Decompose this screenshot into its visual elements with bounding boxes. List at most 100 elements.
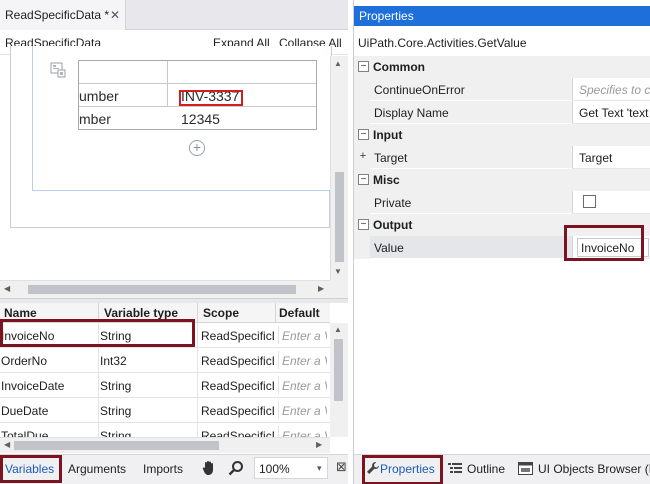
wrench-icon <box>367 462 379 474</box>
designer-bottom-bar: Variables Arguments Imports 100% ▾ ⊠ <box>0 454 348 484</box>
variable-name: DueDate <box>1 404 49 418</box>
cell-separator <box>197 323 198 348</box>
collapse-icon[interactable]: − <box>358 129 369 140</box>
property-gutter <box>354 78 370 101</box>
target-element-highlight <box>179 90 243 106</box>
variable-row[interactable]: InvoiceDate String ReadSpecificD Enter a… <box>0 373 330 398</box>
variable-row[interactable]: TotalDue String ReadSpecificD Enter a V <box>0 423 330 437</box>
property-display-name[interactable]: Display Name Get Text 'text <box>354 101 650 124</box>
pan-hand-icon[interactable] <box>201 459 217 477</box>
variable-name: InvoiceDate <box>1 379 65 393</box>
variables-horizontal-scrollbar[interactable]: ◀ ▶ <box>0 437 330 453</box>
variable-row[interactable]: DueDate String ReadSpecificD Enter a V <box>0 398 330 423</box>
variable-scope: ReadSpecificD <box>201 329 274 343</box>
variable-scope: ReadSpecificD <box>201 379 274 393</box>
screenshot-preview-table: umber INV-3337 mber 12345 <box>78 60 317 130</box>
workflow-designer-pane: ReadSpecificData * ✕ ReadSpecificData Ex… <box>0 0 348 484</box>
variable-scope: ReadSpecificD <box>201 404 274 418</box>
column-header-scope[interactable]: Scope <box>203 306 239 320</box>
property-name: Value <box>370 236 572 259</box>
imports-tab[interactable]: Imports <box>143 462 183 476</box>
category-label: Misc <box>373 173 400 187</box>
variable-row[interactable]: OrderNo Int32 ReadSpecificD Enter a V <box>0 348 330 373</box>
field-value: Get Text 'text <box>579 106 649 120</box>
variable-name: TotalDue <box>1 429 49 437</box>
properties-title-bar: Properties <box>354 6 650 26</box>
document-tab-readspecificdata[interactable]: ReadSpecificData * ✕ <box>0 0 126 30</box>
property-continueonerror[interactable]: ContinueOnError Specifies to co <box>354 78 650 101</box>
cell-separator <box>98 348 99 373</box>
variable-scope: ReadSpecificD <box>201 429 274 437</box>
outline-tab[interactable]: Outline <box>467 462 505 476</box>
category-label: Input <box>373 128 403 142</box>
scroll-right-icon[interactable]: ▶ <box>318 284 324 293</box>
property-name: ContinueOnError <box>370 78 572 101</box>
header-separator <box>197 303 198 323</box>
designer-vertical-scrollbar[interactable]: ▲ ▼ <box>330 56 348 280</box>
category-input[interactable]: − Input <box>354 124 650 146</box>
fit-to-screen-icon[interactable]: ⊠ <box>336 459 347 475</box>
default-value-placeholder: Enter a V <box>282 404 327 418</box>
add-activity-icon[interactable]: + <box>189 140 205 156</box>
column-header-name[interactable]: Name <box>4 306 37 320</box>
close-icon[interactable]: ✕ <box>110 8 120 22</box>
scrollbar-thumb[interactable] <box>28 285 296 294</box>
table-cell-label: mber <box>79 111 111 127</box>
category-common[interactable]: − Common <box>354 56 650 78</box>
screen-scrape-icon <box>50 62 66 78</box>
variables-vertical-scrollbar[interactable]: ▲ <box>330 323 348 437</box>
scrollbar-thumb[interactable] <box>335 172 344 262</box>
cell-separator <box>197 373 198 398</box>
zoom-magnifier-icon[interactable] <box>228 460 244 476</box>
column-header-type[interactable]: Variable type <box>104 306 178 320</box>
property-name: Private <box>370 191 572 214</box>
designer-canvas[interactable]: umber INV-3337 mber 12345 + <box>0 46 332 280</box>
right-bottom-bar: Properties Outline UI Objects Browser (E <box>354 454 650 484</box>
display-name-field[interactable]: Get Text 'text <box>572 101 650 124</box>
ui-objects-browser-tab[interactable]: UI Objects Browser (E <box>538 462 650 476</box>
expand-icon[interactable]: + <box>358 151 368 162</box>
arguments-tab[interactable]: Arguments <box>68 462 126 476</box>
property-name: Display Name <box>370 101 572 124</box>
property-gutter <box>354 236 370 259</box>
column-header-default[interactable]: Default <box>279 306 320 320</box>
designer-horizontal-scrollbar[interactable]: ◀ ▶ <box>0 280 330 298</box>
scroll-up-icon[interactable]: ▲ <box>334 59 342 68</box>
invoiceno-row-highlight <box>0 319 195 347</box>
scroll-right-icon[interactable]: ▶ <box>316 440 322 449</box>
category-misc[interactable]: − Misc <box>354 169 650 191</box>
collapse-icon[interactable]: − <box>358 61 369 72</box>
scroll-down-icon[interactable]: ▼ <box>334 267 342 276</box>
zoom-level-select[interactable]: 100% ▾ <box>254 457 328 479</box>
private-checkbox[interactable] <box>583 195 596 208</box>
scroll-up-icon[interactable]: ▲ <box>334 325 342 334</box>
category-label: Output <box>373 218 413 232</box>
cell-separator <box>98 373 99 398</box>
table-cell-label: umber <box>79 88 119 104</box>
scrollbar-corner <box>330 280 348 298</box>
scroll-left-icon[interactable]: ◀ <box>4 284 10 293</box>
collapse-icon[interactable]: − <box>358 219 369 230</box>
properties-tab[interactable]: Properties <box>380 462 435 476</box>
variable-name: OrderNo <box>1 354 48 368</box>
field-value: Target <box>579 151 613 165</box>
property-gutter <box>354 191 370 214</box>
cell-separator <box>197 348 198 373</box>
cell-separator <box>197 398 198 423</box>
property-name: Target <box>370 146 572 169</box>
property-target[interactable]: + Target Target <box>354 146 650 169</box>
continueonerror-field[interactable]: Specifies to co <box>572 78 650 101</box>
scroll-left-icon[interactable]: ◀ <box>4 440 10 449</box>
zoom-level-value: 100% <box>259 462 290 476</box>
variable-type: String <box>100 379 132 393</box>
cell-separator <box>197 423 198 437</box>
outline-icon <box>448 463 462 473</box>
property-private[interactable]: Private <box>354 191 650 214</box>
target-field[interactable]: Target <box>572 146 650 169</box>
variable-type: String <box>100 429 132 437</box>
scrollbar-thumb[interactable] <box>14 441 219 450</box>
cell-separator <box>98 398 99 423</box>
scrollbar-thumb[interactable] <box>334 339 343 401</box>
header-separator <box>275 303 276 323</box>
collapse-icon[interactable]: − <box>358 174 369 185</box>
